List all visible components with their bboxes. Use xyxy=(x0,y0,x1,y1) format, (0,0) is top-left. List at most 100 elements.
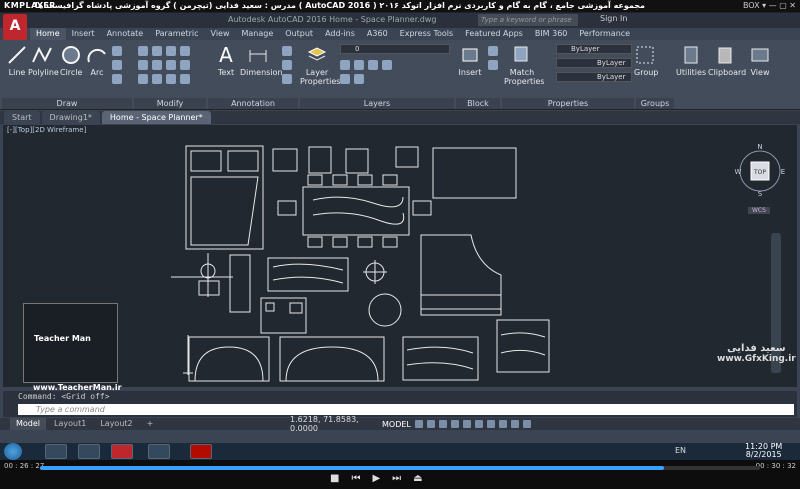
tab-model[interactable]: Model xyxy=(10,418,47,430)
application-menu-button[interactable]: A xyxy=(3,14,27,40)
taskbar-ie-icon[interactable] xyxy=(45,444,67,459)
taskbar-acrobat-icon[interactable] xyxy=(190,444,212,459)
panel-annotation[interactable]: Annotation xyxy=(208,98,298,109)
stretch-icon[interactable] xyxy=(138,74,148,84)
create-block-icon[interactable] xyxy=(488,46,498,56)
rotate-icon[interactable] xyxy=(152,46,162,56)
insert-button[interactable]: Insert xyxy=(458,44,482,77)
rectangle-icon[interactable] xyxy=(112,46,122,56)
tab-performance[interactable]: Performance xyxy=(573,28,636,40)
make-current-icon[interactable] xyxy=(340,74,350,84)
tab-parametric[interactable]: Parametric xyxy=(149,28,204,40)
mirror-icon[interactable] xyxy=(152,60,162,70)
layer-off-icon[interactable] xyxy=(340,60,350,70)
signin-button[interactable]: Sign In xyxy=(600,14,627,23)
tab-view[interactable]: View xyxy=(205,28,236,40)
customize-icon[interactable] xyxy=(522,420,531,428)
panel-draw[interactable]: Draw xyxy=(2,98,132,109)
utilities-button[interactable]: Utilities xyxy=(676,44,706,77)
taskbar-autocad-icon[interactable] xyxy=(111,444,133,459)
wcs-button[interactable]: WCS xyxy=(748,207,770,214)
panel-groups[interactable]: Groups xyxy=(636,98,674,109)
next-icon[interactable]: ⏭ xyxy=(392,473,401,484)
panel-properties[interactable]: Properties xyxy=(502,98,634,109)
annotation-scale-icon[interactable] xyxy=(498,420,507,428)
edit-block-icon[interactable] xyxy=(488,60,498,70)
layer-dropdown[interactable]: 0 xyxy=(340,44,450,54)
tab-express-tools[interactable]: Express Tools xyxy=(394,28,460,40)
osnap-icon[interactable] xyxy=(462,420,471,428)
tab-home[interactable]: Home xyxy=(30,28,66,40)
tab-bim360[interactable]: BIM 360 xyxy=(529,28,574,40)
copy-icon[interactable] xyxy=(138,60,148,70)
seek-bar[interactable] xyxy=(40,466,760,470)
tab-featured-apps[interactable]: Featured Apps xyxy=(459,28,529,40)
polar-icon[interactable] xyxy=(450,420,459,428)
add-layout-button[interactable]: + xyxy=(141,418,160,430)
doc-tab-drawing1[interactable]: Drawing1* xyxy=(41,111,100,124)
layer-freeze-icon[interactable] xyxy=(368,60,378,70)
prev-icon[interactable]: ⏮ xyxy=(351,473,360,484)
tab-addins[interactable]: Add-ins xyxy=(319,28,361,40)
dimension-button[interactable]: Dimension xyxy=(240,44,283,77)
linear-icon[interactable] xyxy=(282,46,292,56)
command-input[interactable]: Type a command xyxy=(18,404,794,415)
snap-icon[interactable] xyxy=(426,420,435,428)
linetype-dropdown[interactable]: ByLayer xyxy=(556,58,632,68)
polyline-button[interactable]: Polyline xyxy=(28,44,59,77)
scale-icon[interactable] xyxy=(152,74,162,84)
play-icon[interactable]: ▶ xyxy=(372,473,380,484)
workspace-icon[interactable] xyxy=(510,420,519,428)
match-layer-icon[interactable] xyxy=(354,74,364,84)
tab-a360[interactable]: A360 xyxy=(361,28,394,40)
search-input[interactable]: Type a keyword or phrase xyxy=(478,14,578,26)
otrack-icon[interactable] xyxy=(474,420,483,428)
viewcube[interactable]: TOP N S E W xyxy=(735,136,786,198)
layer-isolate-icon[interactable] xyxy=(354,60,364,70)
panel-modify[interactable]: Modify xyxy=(134,98,206,109)
lineweight-icon[interactable] xyxy=(486,420,495,428)
model-space-button[interactable]: MODEL xyxy=(382,420,411,429)
explode-icon[interactable] xyxy=(180,60,190,70)
tab-manage[interactable]: Manage xyxy=(236,28,280,40)
tab-layout1[interactable]: Layout1 xyxy=(48,418,92,430)
doc-tab-start[interactable]: Start xyxy=(4,111,40,124)
color-dropdown[interactable]: ByLayer xyxy=(556,44,632,54)
taskbar-window-icon[interactable] xyxy=(148,444,170,459)
doc-tab-space-planner[interactable]: Home - Space Planner* xyxy=(101,111,211,124)
tab-output[interactable]: Output xyxy=(279,28,319,40)
array-icon[interactable] xyxy=(166,74,176,84)
circle-button[interactable]: Circle xyxy=(60,44,82,77)
eject-icon[interactable]: ⏏ xyxy=(413,473,422,484)
leader-icon[interactable] xyxy=(282,60,292,70)
panel-block[interactable]: Block xyxy=(456,98,500,109)
language-indicator[interactable]: EN xyxy=(675,446,686,455)
match-properties-button[interactable]: Match Properties xyxy=(504,44,544,86)
view-button[interactable]: View xyxy=(748,44,772,77)
tab-layout2[interactable]: Layout2 xyxy=(94,418,138,430)
layer-lock-icon[interactable] xyxy=(382,60,392,70)
table-icon[interactable] xyxy=(282,74,292,84)
trim-icon[interactable] xyxy=(166,46,176,56)
text-button[interactable]: A Text xyxy=(212,44,240,77)
panel-layers[interactable]: Layers xyxy=(300,98,454,109)
offset-icon[interactable] xyxy=(180,74,190,84)
clock[interactable]: 11:20 PM 8/2/2015 xyxy=(745,443,782,459)
line-button[interactable]: Line xyxy=(6,44,28,77)
grid-icon[interactable] xyxy=(414,420,423,428)
start-button[interactable] xyxy=(4,443,22,460)
lineweight-dropdown[interactable]: ByLayer xyxy=(556,72,632,82)
drawing-canvas[interactable]: [-][Top][2D Wireframe] TOP N S E W WCS T… xyxy=(3,125,797,392)
hatch-icon[interactable] xyxy=(112,60,122,70)
group-button[interactable]: Group xyxy=(634,44,658,77)
ellipse-icon[interactable] xyxy=(112,74,122,84)
taskbar-explorer-icon[interactable] xyxy=(78,444,100,459)
clipboard-button[interactable]: Clipboard xyxy=(708,44,746,77)
ortho-icon[interactable] xyxy=(438,420,447,428)
move-icon[interactable] xyxy=(138,46,148,56)
window-controls[interactable]: BOX ▾ — ▢ ✕ xyxy=(743,1,796,10)
arc-button[interactable]: Arc xyxy=(86,44,108,77)
tab-annotate[interactable]: Annotate xyxy=(101,28,150,40)
layer-properties-button[interactable]: Layer Properties xyxy=(300,44,340,86)
erase-icon[interactable] xyxy=(180,46,190,56)
